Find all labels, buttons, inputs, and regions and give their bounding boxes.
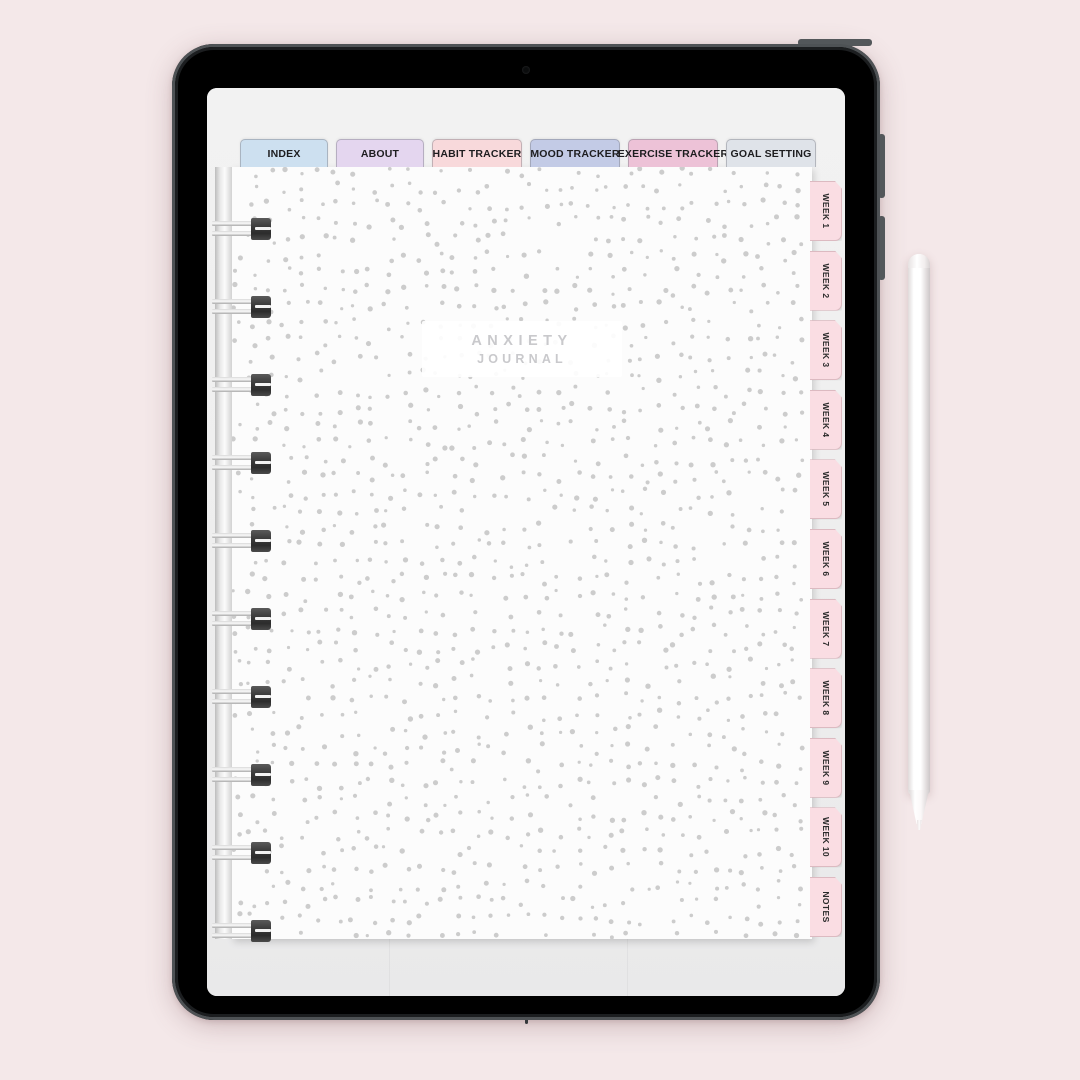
- spiral-ring-clip: [251, 842, 271, 864]
- stylus-cone: [909, 790, 929, 824]
- top-tab-mood-tracker[interactable]: MOOD TRACKER: [530, 139, 620, 167]
- side-tab-label: WEEK 7: [820, 611, 831, 647]
- stylus-body: [908, 254, 930, 794]
- side-tab-week-3[interactable]: WEEK 3: [810, 320, 842, 381]
- spiral-ring-clip: [251, 296, 271, 318]
- top-tab-goal-setting[interactable]: GOAL SETTING: [726, 139, 816, 167]
- page-title-line1: ANXIETY: [471, 332, 573, 349]
- volume-up-button[interactable]: [878, 134, 885, 198]
- side-tab-week-5[interactable]: WEEK 5: [810, 459, 842, 520]
- page-title-plate: ANXIETY JOURNAL: [422, 321, 622, 377]
- side-tab-label: NOTES: [820, 891, 831, 923]
- side-tab-week-7[interactable]: WEEK 7: [810, 598, 842, 659]
- spiral-ring: [212, 919, 271, 943]
- top-tab-label: EXERCISE TRACKER: [617, 147, 729, 160]
- spiral-ring-clip: [251, 608, 271, 630]
- front-camera: [522, 66, 530, 74]
- side-tab-week-1[interactable]: WEEK 1: [810, 181, 842, 241]
- scene: INDEX ABOUT HABIT TRACKER MOOD TRACKER EXERC…: [0, 0, 1080, 1080]
- side-tab-bar: WEEK 1 WEEK 2 WEEK 3 WEEK 4 WEEK 5 WEEK 6 WEEK…: [810, 167, 845, 939]
- stylus-flat-edge: [908, 254, 930, 268]
- spiral-ring-clip: [251, 764, 271, 786]
- stylus-tip: [916, 820, 922, 830]
- top-tab-bar: INDEX ABOUT HABIT TRACKER MOOD TRACKER EXERC…: [240, 139, 816, 167]
- spiral-ring-clip: [251, 686, 271, 708]
- side-tab-notes[interactable]: NOTES: [810, 877, 842, 937]
- top-tab-label: ABOUT: [360, 147, 400, 160]
- spiral-ring-clip: [251, 530, 271, 552]
- side-tab-week-8[interactable]: WEEK 8: [810, 668, 842, 729]
- top-tab-label: INDEX: [267, 147, 301, 160]
- spiral-ring: [212, 763, 271, 787]
- side-tab-label: WEEK 9: [820, 750, 831, 786]
- spiral-ring-clip: [251, 218, 271, 240]
- power-button[interactable]: [798, 39, 872, 46]
- top-tab-label: GOAL SETTING: [730, 147, 812, 160]
- dot-pattern: [232, 167, 805, 939]
- side-tab-label: WEEK 10: [820, 817, 831, 858]
- side-tab-label: WEEK 4: [820, 402, 831, 438]
- spiral-ring: [212, 685, 271, 709]
- side-tab-label: WEEK 6: [820, 541, 831, 577]
- side-tab-week-2[interactable]: WEEK 2: [810, 250, 842, 311]
- side-tab-week-4[interactable]: WEEK 4: [810, 389, 842, 450]
- spiral-binding: [212, 167, 272, 942]
- side-tab-label: WEEK 3: [820, 332, 831, 368]
- side-tab-label: WEEK 8: [820, 680, 831, 716]
- spiral-ring: [212, 529, 271, 553]
- side-tab-week-9[interactable]: WEEK 9: [810, 737, 842, 798]
- binding-spine: [215, 167, 232, 939]
- tablet-screen: INDEX ABOUT HABIT TRACKER MOOD TRACKER EXERC…: [207, 88, 845, 996]
- top-tab-label: HABIT TRACKER: [432, 147, 522, 160]
- stylus-pen[interactable]: [908, 254, 930, 832]
- volume-down-button[interactable]: [878, 216, 885, 280]
- side-tab-label: WEEK 2: [820, 263, 831, 299]
- side-tab-week-10[interactable]: WEEK 10: [810, 807, 842, 868]
- side-tab-label: WEEK 5: [820, 471, 831, 507]
- top-tab-index[interactable]: INDEX: [240, 139, 328, 167]
- spiral-ring: [212, 217, 271, 241]
- spiral-ring: [212, 841, 271, 865]
- top-tab-exercise-tracker[interactable]: EXERCISE TRACKER: [618, 139, 728, 167]
- top-tab-habit-tracker[interactable]: HABIT TRACKER: [432, 139, 522, 167]
- side-tab-label: WEEK 1: [820, 193, 831, 229]
- page-title-line2: JOURNAL: [477, 351, 567, 366]
- side-tab-week-6[interactable]: WEEK 6: [810, 529, 842, 589]
- spiral-ring-clip: [251, 920, 271, 942]
- spiral-ring: [212, 607, 271, 631]
- tablet-device: INDEX ABOUT HABIT TRACKER MOOD TRACKER EXERC…: [172, 39, 885, 1024]
- top-tab-label: MOOD TRACKER: [530, 147, 620, 160]
- top-tab-about[interactable]: ABOUT: [336, 139, 424, 167]
- spiral-ring: [212, 451, 271, 475]
- spiral-ring: [212, 295, 271, 319]
- spiral-ring: [212, 373, 271, 397]
- journal-page: ANXIETY JOURNAL: [232, 167, 812, 939]
- bottom-speaker-seam: [525, 1014, 528, 1024]
- spiral-ring-clip: [251, 452, 271, 474]
- spiral-ring-clip: [251, 374, 271, 396]
